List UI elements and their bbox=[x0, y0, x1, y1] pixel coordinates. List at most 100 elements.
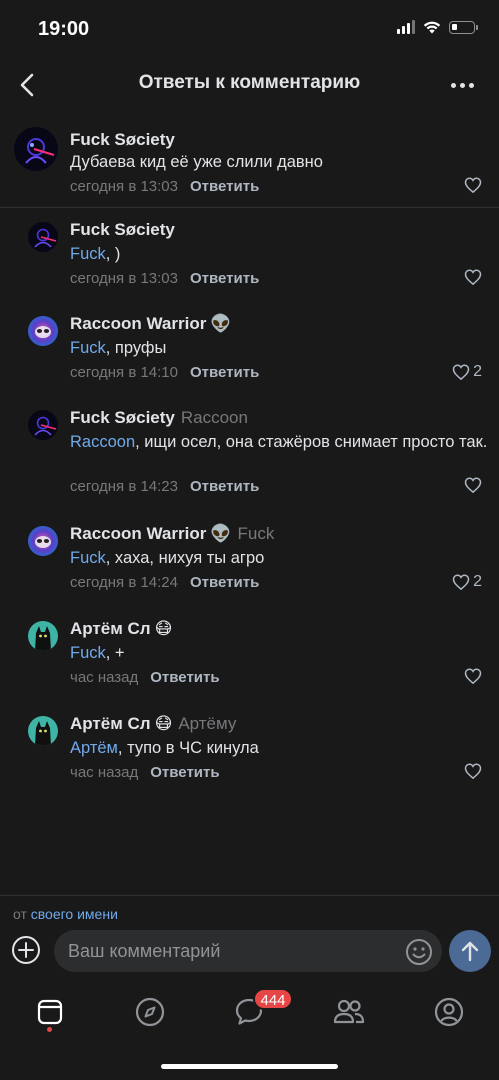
mention-link[interactable]: Fuck bbox=[70, 644, 106, 662]
comment-text: Дубаева кид её уже слили давно bbox=[70, 153, 323, 171]
comment-author[interactable]: Raccoon Warrior 👽 Fuck bbox=[70, 524, 274, 544]
reply-to-label[interactable]: Raccoon bbox=[181, 408, 248, 427]
tab-bar: 444 bbox=[0, 985, 499, 1045]
comment-meta: сегодня в 13:03 Ответить bbox=[70, 178, 259, 195]
post-as-prefix: от bbox=[13, 906, 27, 922]
mention-link[interactable]: Fuck bbox=[70, 549, 106, 567]
like-button[interactable] bbox=[464, 763, 482, 779]
feed-icon bbox=[37, 999, 63, 1025]
like-button[interactable] bbox=[464, 269, 482, 285]
add-attachment-button[interactable] bbox=[11, 935, 41, 965]
mention-link[interactable]: Fuck bbox=[70, 339, 106, 357]
like-button[interactable] bbox=[464, 477, 482, 493]
comment-body: , ) bbox=[105, 245, 121, 263]
tab-discover[interactable] bbox=[130, 992, 170, 1032]
thread-divider bbox=[0, 207, 499, 208]
avatar[interactable] bbox=[28, 222, 58, 252]
comment-body: , + bbox=[105, 644, 125, 662]
comment-text: Артём, тупо в ЧС кинула bbox=[70, 737, 490, 759]
post-as-link[interactable]: своего имени bbox=[31, 906, 118, 922]
comment-author[interactable]: Fuck Søciety Raccoon bbox=[70, 408, 248, 428]
emoji-button[interactable] bbox=[405, 938, 433, 966]
reply-to-label[interactable]: Fuck bbox=[238, 524, 275, 543]
author-emoji: 😷 bbox=[154, 619, 173, 638]
reply-button[interactable]: Ответить bbox=[150, 764, 219, 781]
reply-button[interactable]: Ответить bbox=[190, 574, 259, 591]
cellular-signal-icon bbox=[397, 20, 415, 34]
heart-icon bbox=[464, 763, 482, 779]
reply-button[interactable]: Ответить bbox=[190, 364, 259, 381]
heart-icon bbox=[452, 364, 470, 380]
comment-meta: сегодня в 14:24 Ответить bbox=[70, 574, 259, 591]
avatar[interactable] bbox=[28, 526, 58, 556]
avatar[interactable] bbox=[28, 410, 58, 440]
reply-comment: Артём Сл 😷 Артёму Артём, тупо в ЧС кинула ча… bbox=[0, 705, 499, 785]
reply-comment: Fuck Søciety Raccoon Raccoon, ищи осел, он… bbox=[0, 399, 499, 499]
status-time: 19:00 bbox=[38, 18, 90, 40]
like-count: 2 bbox=[473, 363, 482, 380]
avatar[interactable] bbox=[28, 716, 58, 746]
active-tab-indicator bbox=[47, 1027, 52, 1032]
comment-author[interactable]: Артём Сл 😷 Артёму bbox=[70, 714, 236, 734]
tab-profile[interactable] bbox=[429, 992, 469, 1032]
author-name: Артём Сл bbox=[70, 619, 151, 638]
comment-input[interactable] bbox=[54, 930, 442, 972]
comment-body: , тупо в ЧС кинула bbox=[117, 739, 259, 757]
author-name: Fuck Søciety bbox=[70, 408, 175, 427]
messages-badge: 444 bbox=[253, 988, 293, 1010]
comment-text: Fuck, + bbox=[70, 642, 490, 664]
author-name: Raccoon Warrior bbox=[70, 524, 207, 543]
heart-icon bbox=[452, 574, 470, 590]
comment-author[interactable]: Fuck Søciety bbox=[70, 220, 175, 240]
like-button[interactable]: 2 bbox=[452, 573, 482, 591]
smile-icon bbox=[406, 939, 432, 965]
like-button[interactable] bbox=[464, 177, 482, 193]
status-icons bbox=[397, 20, 478, 34]
comment-meta: сегодня в 13:03 Ответить bbox=[70, 270, 259, 287]
avatar[interactable] bbox=[28, 621, 58, 651]
mention-link[interactable]: Raccoon bbox=[70, 433, 135, 451]
more-options-button[interactable] bbox=[445, 72, 479, 98]
tab-friends[interactable] bbox=[329, 992, 369, 1032]
author-emoji: 😷 bbox=[154, 714, 173, 733]
compose-divider bbox=[0, 895, 499, 896]
arrow-up-icon bbox=[461, 941, 479, 962]
reply-button[interactable]: Ответить bbox=[190, 270, 259, 287]
author-name: Артём Сл bbox=[70, 714, 151, 733]
comment-author[interactable]: Артём Сл 😷 bbox=[70, 619, 172, 639]
send-button[interactable] bbox=[449, 930, 491, 972]
reply-button[interactable]: Ответить bbox=[150, 669, 219, 686]
like-button[interactable] bbox=[464, 668, 482, 684]
avatar[interactable] bbox=[28, 316, 58, 346]
parent-comment: Fuck Søciety Дубаева кид её уже слили да… bbox=[0, 118, 499, 208]
author-name: Raccoon Warrior bbox=[70, 314, 207, 333]
comment-author[interactable]: Raccoon Warrior 👽 bbox=[70, 314, 232, 334]
reply-button[interactable]: Ответить bbox=[190, 178, 259, 195]
heart-icon bbox=[464, 269, 482, 285]
reply-comment: Raccoon Warrior 👽 Fuck Fuck, хаха, нихуя ты… bbox=[0, 515, 499, 595]
heart-icon bbox=[464, 477, 482, 493]
author-name: Fuck Søciety bbox=[70, 220, 175, 239]
comment-meta: сегодня в 14:23 Ответить bbox=[70, 478, 259, 495]
avatar[interactable] bbox=[14, 127, 58, 171]
tab-feed[interactable] bbox=[30, 992, 70, 1032]
comment-time: сегодня в 13:03 bbox=[70, 178, 178, 195]
more-dots-icon bbox=[450, 82, 456, 88]
like-button[interactable]: 2 bbox=[452, 363, 482, 381]
reply-to-label[interactable]: Артёму bbox=[178, 714, 236, 733]
profile-icon bbox=[434, 997, 464, 1027]
like-count: 2 bbox=[473, 573, 482, 590]
comment-body: , пруфы bbox=[105, 339, 167, 357]
comment-author[interactable]: Fuck Søciety bbox=[70, 130, 175, 150]
mention-link[interactable]: Артём bbox=[70, 739, 118, 757]
comment-text: Raccoon, ищи осел, она стажёров снимает … bbox=[70, 431, 490, 453]
comment-body: , ищи осел, она стажёров снимает просто … bbox=[135, 433, 488, 451]
comment-time: сегодня в 14:10 bbox=[70, 364, 178, 381]
post-as-selector: от своего имени bbox=[13, 906, 118, 922]
author-emoji: 👽 bbox=[210, 524, 232, 543]
reply-button[interactable]: Ответить bbox=[190, 478, 259, 495]
plus-circle-icon bbox=[12, 936, 40, 964]
mention-link[interactable]: Fuck bbox=[70, 245, 106, 263]
reply-comment: Артём Сл 😷 Fuck, + час назад Ответить bbox=[0, 610, 499, 690]
wifi-icon bbox=[423, 21, 441, 34]
